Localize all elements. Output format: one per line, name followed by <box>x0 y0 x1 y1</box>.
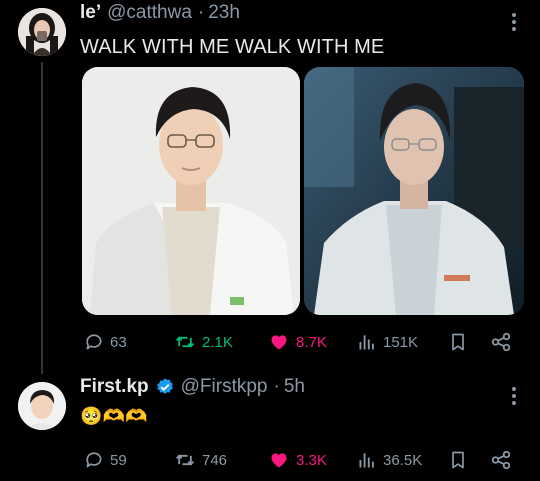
tweet-2-header: First.kp @Firstkpp · 5h <box>80 376 305 398</box>
retweet-icon <box>176 336 194 348</box>
like-button[interactable]: 3.3K <box>268 450 327 470</box>
share-icon <box>491 332 511 352</box>
share-button[interactable] <box>490 331 512 358</box>
handle[interactable]: @catthwa <box>107 2 192 24</box>
thread-line <box>41 62 43 374</box>
verified-icon <box>156 378 173 394</box>
tweet-text: WALK WITH ME WALK WITH ME <box>80 36 385 58</box>
separator: · <box>273 376 280 397</box>
share-button[interactable] <box>490 449 512 476</box>
bookmark-button[interactable] <box>448 331 468 358</box>
reply-icon <box>86 334 102 350</box>
like-count: 8.7K <box>296 333 327 351</box>
like-icon <box>271 335 287 350</box>
bookmark-icon <box>452 451 464 469</box>
reply-button[interactable]: 63 <box>84 332 127 352</box>
retweet-button[interactable]: 746 <box>174 450 227 470</box>
bookmark-icon <box>452 333 464 351</box>
photo-portrait-white-jacket <box>82 67 300 315</box>
views-button[interactable]: 151K <box>357 332 418 352</box>
reply-count: 59 <box>110 451 127 469</box>
display-name[interactable]: First.kp <box>80 376 149 398</box>
like-button[interactable]: 8.7K <box>268 332 327 352</box>
views-icon <box>359 453 374 468</box>
display-name[interactable]: le’ <box>80 2 101 24</box>
timestamp[interactable]: 5h <box>284 376 305 398</box>
photo-drama-still <box>304 67 524 315</box>
avatar-image <box>18 382 66 430</box>
reply-count: 63 <box>110 333 127 351</box>
timestamp[interactable]: 23h <box>208 2 240 24</box>
more-icon[interactable] <box>512 384 516 408</box>
like-icon <box>271 453 287 468</box>
avatar-firstkpp[interactable] <box>18 382 66 430</box>
tweet-text: 🥺🫶🫶 <box>80 406 148 426</box>
bookmark-button[interactable] <box>448 449 468 476</box>
views-icon <box>359 335 374 350</box>
tweet-1-header: le’ @catthwa · 23h <box>80 2 240 24</box>
avatar-image <box>18 8 66 56</box>
views-count: 151K <box>383 333 419 351</box>
handle[interactable]: @Firstkpp <box>181 376 268 398</box>
retweet-icon <box>176 454 194 466</box>
avatar-catthwa[interactable] <box>18 8 66 56</box>
views-button[interactable]: 36.5K <box>357 450 422 470</box>
more-icon[interactable] <box>512 10 516 34</box>
retweet-count: 746 <box>202 451 228 469</box>
retweet-count: 2.1K <box>202 333 233 351</box>
reply-button[interactable]: 59 <box>84 450 127 470</box>
media-photo-1[interactable] <box>82 67 300 315</box>
media-photo-2[interactable] <box>304 67 524 315</box>
share-icon <box>491 450 511 470</box>
retweet-button[interactable]: 2.1K <box>174 332 233 352</box>
separator: · <box>197 2 205 23</box>
views-count: 36.5K <box>383 451 423 469</box>
reply-icon <box>86 452 102 468</box>
like-count: 3.3K <box>296 451 327 469</box>
